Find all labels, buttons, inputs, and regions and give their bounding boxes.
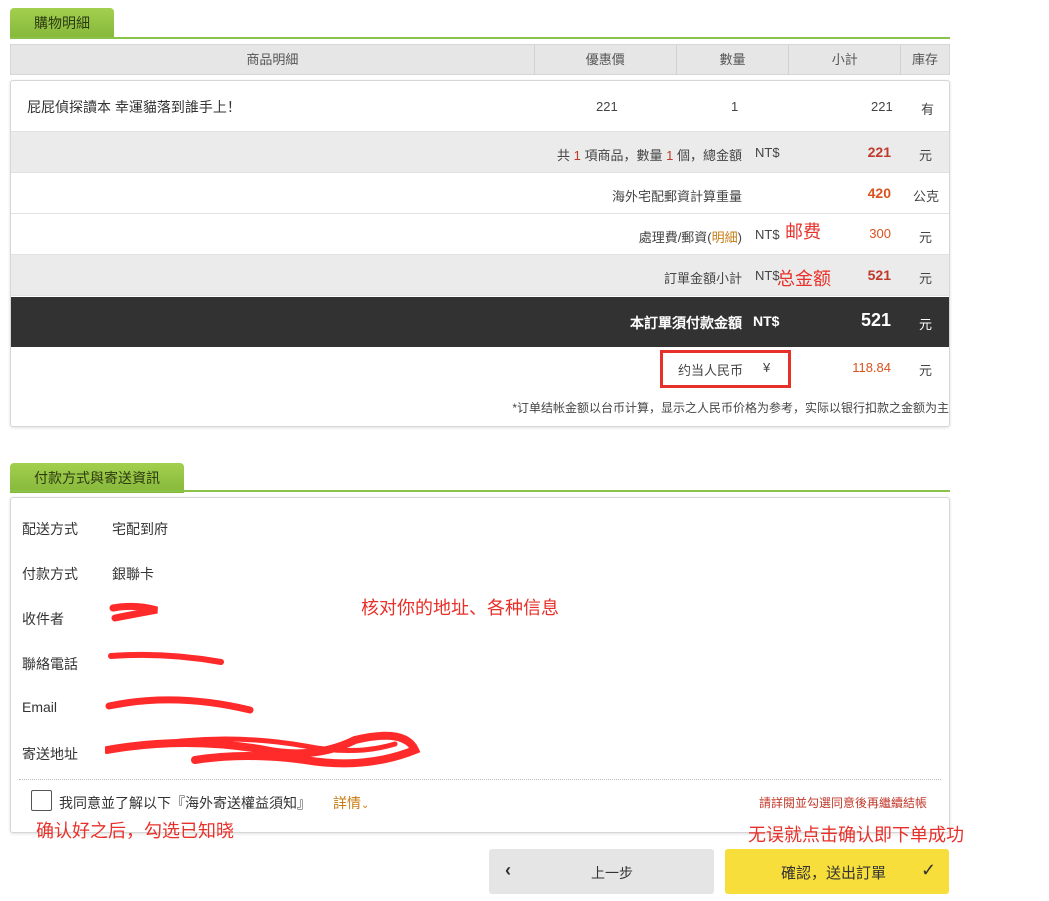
header-subtotal: 小計 [789,45,902,74]
checkmark-icon: ✓ [921,860,937,880]
annotation-tick: 确认好之后，勾选已知晓 [36,821,234,841]
agree-detail-link[interactable]: 詳情⌄ [333,793,369,813]
order-subtotal-currency: NT$ [755,268,780,283]
payable-unit: 元 [919,317,933,332]
weight-value: 420 [867,185,891,201]
summary-total-value: 221 [867,144,891,160]
email-label: Email [22,699,58,715]
section-divider [10,37,950,39]
item-stock: 有 [921,102,935,117]
delivery-method-label: 配送方式 [22,521,78,537]
cart-table-header: 商品明細 優惠價 數量 小計 庫存 [10,44,950,75]
weight-unit: 公克 [913,189,940,204]
currency-label: NT$ [755,145,780,160]
summary-total-row: 共 1 項商品，數量 1 個，總金額 NT$ 221 元 [11,132,949,173]
weight-row: 海外宅配郵資計算重量 420 公克 [11,173,949,214]
header-qty: 數量 [677,45,790,74]
phone-label: 聯絡電話 [22,656,78,672]
confirm-order-button[interactable]: 確認，送出訂單 ✓ [725,849,949,894]
rmb-unit: 元 [919,363,933,378]
annotation-confirm: 无误就点击确认即下单成功 [748,825,964,845]
shipping-label: 處理費/郵資(明細) [638,230,742,245]
info-section-tab: 付款方式與寄送資訊 [10,463,184,493]
payable-currency: NT$ [753,313,780,329]
annotation-total: 总金额 [777,269,831,289]
order-subtotal-value: 521 [867,267,891,283]
payable-total-row: 本訂單須付款金額 NT$ 521 元 [11,297,949,347]
rmb-value: 118.84 [852,360,891,375]
header-stock: 庫存 [912,52,939,67]
rmb-currency: ¥ [763,360,771,375]
agree-label[interactable]: 我同意並了解以下『海外寄送權益須知』 [59,793,311,813]
chevron-down-icon: ⌄ [361,800,370,811]
cart-table: 屁屁偵探讀本 幸運貓落到誰手上！ 221 1 221 有 共 1 項商品，數量 … [10,80,950,427]
annotation-check-info: 核对你的地址、各种信息 [361,598,559,618]
unit-label: 元 [919,148,933,163]
chevron-left-icon: ‹ [505,860,511,880]
agree-warning: 請詳閱並勾選同意後再繼續結帳 [759,796,928,810]
item-qty: 1 [731,99,739,114]
summary-count-label: 共 1 項商品，數量 1 個，總金額 [556,148,742,163]
shipping-value: 300 [869,226,891,241]
shipping-detail-link[interactable]: 明細 [712,230,738,245]
header-price: 優惠價 [535,45,677,74]
rmb-row: 约当人民币 ¥ 118.84 元 [11,347,949,388]
agree-checkbox[interactable] [31,790,52,811]
shipping-currency: NT$ [755,227,780,242]
payable-value: 521 [860,310,891,330]
product-name-link[interactable]: 屁屁偵探讀本 幸運貓落到誰手上！ [27,97,241,117]
item-subtotal: 221 [871,99,893,114]
cart-section-tab: 購物明細 [10,8,114,38]
shipping-unit: 元 [919,230,933,245]
item-price: 221 [596,99,618,114]
recipient-label: 收件者 [22,611,64,627]
prev-step-button[interactable]: ‹ 上一步 [489,849,714,894]
rmb-label: 约当人民币 [678,363,744,378]
header-product: 商品明細 [11,45,535,74]
order-subtotal-label: 訂單金額小計 [663,271,742,286]
table-row: 屁屁偵探讀本 幸運貓落到誰手上！ 221 1 221 有 [11,81,949,132]
address-label: 寄送地址 [22,746,78,762]
order-subtotal-unit: 元 [919,271,933,286]
delivery-method-value: 宅配到府 [112,521,168,537]
currency-note: *订单结帐金额以台币计算，显示之人民币价格为参考，实际以银行扣款之金额为主 [512,401,949,415]
payable-label: 本訂單須付款金額 [630,315,742,331]
annotation-shipping: 邮费 [785,222,821,242]
weight-label: 海外宅配郵資計算重量 [611,189,742,204]
payment-method-value: 銀聯卡 [112,566,154,582]
section-divider [10,490,950,492]
payment-method-label: 付款方式 [22,566,78,582]
redaction-scribble [105,602,421,768]
